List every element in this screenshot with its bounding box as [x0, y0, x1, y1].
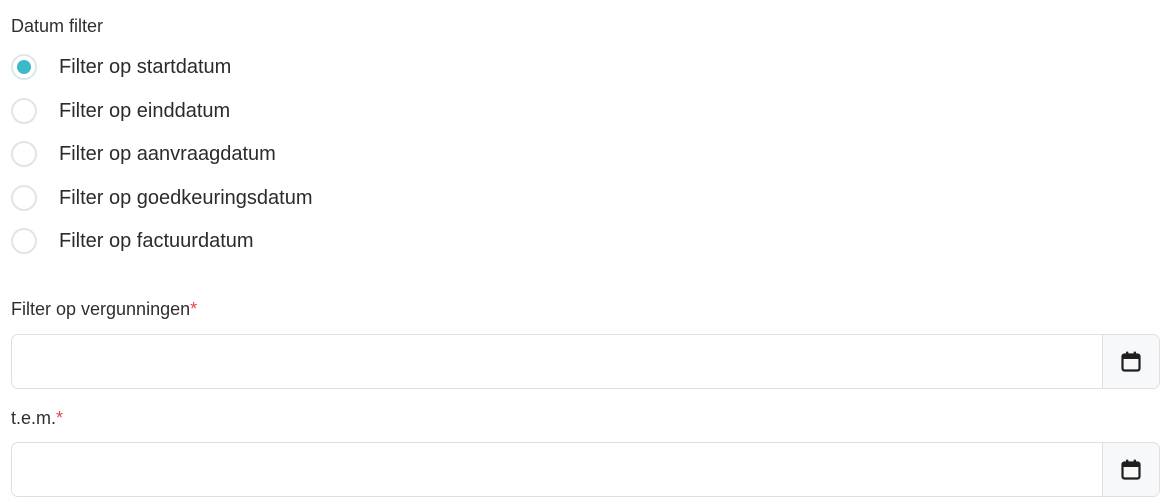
radio-button-factuurdatum[interactable]: [11, 228, 37, 254]
radio-option-goedkeuringsdatum[interactable]: Filter op goedkeuringsdatum: [11, 183, 611, 213]
radio-option-einddatum[interactable]: Filter op einddatum: [11, 96, 611, 126]
radio-button-goedkeuringsdatum[interactable]: [11, 184, 37, 211]
from-date-calendar-button[interactable]: [1102, 335, 1159, 388]
to-date-label-text: t.e.m.: [11, 408, 57, 428]
from-date-input[interactable]: [12, 335, 1102, 388]
date-filter-label: Datum filter: [11, 16, 104, 36]
from-date-field: [11, 334, 1160, 389]
date-filter-form: Datum filter Filter op startdatum Filter…: [0, 0, 1164, 504]
from-date-label-text: Filter op vergunningen: [11, 299, 191, 319]
date-filter-radio-group: Filter op startdatum Filter op einddatum…: [11, 52, 611, 270]
calendar-icon: [1120, 458, 1142, 482]
radio-button-einddatum[interactable]: [11, 97, 37, 124]
to-date-label: t.e.m.*: [11, 407, 63, 429]
radio-label-goedkeuringsdatum: Filter op goedkeuringsdatum: [59, 186, 313, 209]
radio-selected-dot: [17, 60, 31, 74]
radio-option-factuurdatum[interactable]: Filter op factuurdatum: [11, 226, 611, 256]
to-date-field: [11, 442, 1160, 497]
radio-label-startdatum: Filter op startdatum: [59, 56, 232, 78]
radio-option-aanvraagdatum[interactable]: Filter op aanvraagdatum: [11, 139, 611, 169]
required-marker: *: [56, 408, 64, 428]
radio-label-einddatum: Filter op einddatum: [59, 99, 231, 122]
from-date-label: Filter op vergunningen*: [11, 298, 197, 320]
calendar-icon: [1120, 350, 1142, 374]
radio-label-aanvraagdatum: Filter op aanvraagdatum: [59, 143, 276, 165]
to-date-calendar-button[interactable]: [1102, 443, 1159, 496]
to-date-input[interactable]: [12, 443, 1102, 496]
radio-button-startdatum[interactable]: [11, 54, 37, 80]
radio-label-factuurdatum: Filter op factuurdatum: [59, 230, 254, 252]
radio-option-startdatum[interactable]: Filter op startdatum: [11, 52, 611, 82]
radio-button-aanvraagdatum[interactable]: [11, 141, 37, 167]
required-marker: *: [190, 299, 198, 319]
